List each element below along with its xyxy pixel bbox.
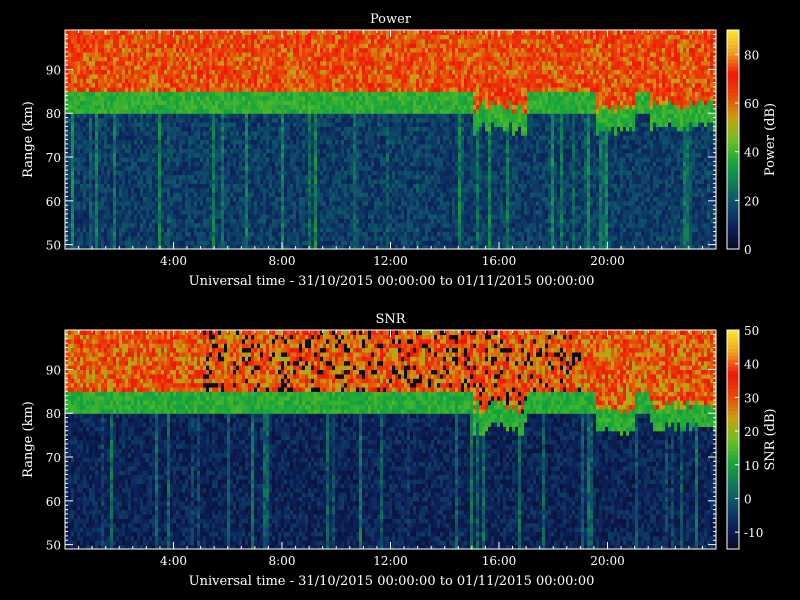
panel-power: 4:00 8:00 12:00 16:00 20:005060708090PowerUn… [21, 12, 778, 289]
heatmap-power [65, 30, 717, 250]
chart-canvas: 4:00 8:00 12:00 16:00 20:005060708090PowerUn… [0, 0, 800, 600]
